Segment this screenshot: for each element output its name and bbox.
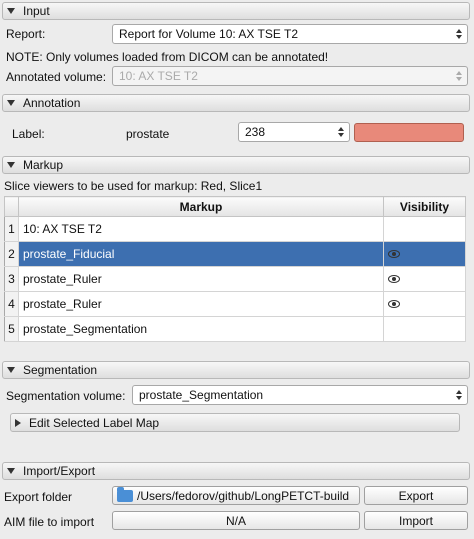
- input-section-header[interactable]: Input: [2, 2, 470, 20]
- combo-arrows-icon: [453, 27, 465, 41]
- import-button[interactable]: Import: [364, 511, 468, 530]
- segmentation-volume-value: prostate_Segmentation: [139, 388, 264, 402]
- row-index: 5: [4, 316, 19, 342]
- markup-table: Markup Visibility 1 10: AX TSE T2 2 prostat…: [4, 196, 466, 342]
- slice-viewers-text: Slice viewers to be used for markup: Red…: [4, 179, 263, 193]
- eye-icon[interactable]: [388, 250, 400, 258]
- combo-arrows-icon: [453, 388, 465, 402]
- edit-label-map-text: Edit Selected Label Map: [29, 415, 160, 430]
- annotation-section-title: Annotation: [23, 96, 81, 110]
- label-caption: Label:: [12, 127, 45, 141]
- export-folder-label: Export folder: [4, 490, 73, 504]
- markup-name-cell[interactable]: prostate_Ruler: [18, 291, 384, 317]
- row-index: 4: [4, 291, 19, 317]
- import-export-section-header[interactable]: Import/Export: [2, 462, 470, 480]
- input-section-title: Input: [23, 4, 50, 18]
- table-row[interactable]: 1 10: AX TSE T2: [4, 216, 466, 242]
- markup-section-header[interactable]: Markup: [2, 156, 470, 174]
- markup-name-cell[interactable]: prostate_Fiducial: [18, 241, 384, 267]
- dicom-note: NOTE: Only volumes loaded from DICOM can…: [6, 50, 329, 64]
- import-export-section-title: Import/Export: [23, 464, 96, 478]
- report-value: Report for Volume 10: AX TSE T2: [119, 27, 298, 41]
- report-combobox[interactable]: Report for Volume 10: AX TSE T2: [112, 24, 468, 44]
- table-row[interactable]: 2 prostate_Fiducial: [4, 241, 466, 267]
- label-value: 238: [245, 125, 266, 139]
- spin-arrows-icon: [335, 125, 347, 139]
- table-row[interactable]: 5 prostate_Segmentation: [4, 316, 466, 342]
- visibility-cell[interactable]: [383, 241, 466, 267]
- export-folder-button[interactable]: /Users/fedorov/github/LongPETCT-build: [112, 486, 360, 505]
- table-row[interactable]: 3 prostate_Ruler: [4, 266, 466, 292]
- collapse-arrow-icon: [7, 100, 15, 106]
- eye-icon[interactable]: [388, 275, 400, 283]
- segmentation-section-header[interactable]: Segmentation: [2, 361, 470, 379]
- segmentation-volume-combobox[interactable]: prostate_Segmentation: [132, 385, 468, 405]
- expand-arrow-icon: [15, 418, 21, 427]
- combo-arrows-icon: [453, 69, 465, 83]
- markup-name-cell[interactable]: 10: AX TSE T2: [18, 216, 384, 242]
- annotated-volume-combobox[interactable]: 10: AX TSE T2: [112, 66, 468, 86]
- collapse-arrow-icon: [7, 162, 15, 168]
- report-label: Report:: [6, 27, 46, 41]
- collapse-arrow-icon: [7, 8, 15, 14]
- label-value-spinbox[interactable]: 238: [238, 122, 350, 142]
- aim-file-label: AIM file to import: [4, 515, 95, 529]
- annotation-section-header[interactable]: Annotation: [2, 94, 470, 112]
- folder-icon: [117, 486, 133, 502]
- visibility-cell[interactable]: [383, 316, 466, 342]
- label-color-swatch[interactable]: [354, 123, 464, 142]
- collapse-arrow-icon: [7, 468, 15, 474]
- visibility-cell[interactable]: [383, 291, 466, 317]
- visibility-cell[interactable]: [383, 266, 466, 292]
- aim-file-button[interactable]: N/A: [112, 511, 360, 530]
- annotated-volume-value: 10: AX TSE T2: [119, 69, 198, 83]
- export-button[interactable]: Export: [364, 486, 468, 505]
- collapse-arrow-icon: [7, 367, 15, 373]
- markup-section-title: Markup: [23, 158, 64, 172]
- markup-name-cell[interactable]: prostate_Segmentation: [18, 316, 384, 342]
- eye-icon[interactable]: [388, 300, 400, 308]
- export-path: /Users/fedorov/github/LongPETCT-build: [137, 488, 350, 503]
- edit-label-map-toggle[interactable]: Edit Selected Label Map: [10, 413, 460, 432]
- label-name: prostate: [126, 127, 170, 141]
- annotated-volume-label: Annotated volume:: [6, 70, 107, 84]
- markup-name-cell[interactable]: prostate_Ruler: [18, 266, 384, 292]
- row-index: 2: [4, 241, 19, 267]
- segmentation-section-title: Segmentation: [23, 363, 98, 377]
- table-row[interactable]: 4 prostate_Ruler: [4, 291, 466, 317]
- segmentation-volume-label: Segmentation volume:: [6, 389, 126, 403]
- visibility-column-header[interactable]: Visibility: [383, 196, 466, 217]
- row-index: 1: [4, 216, 19, 242]
- visibility-cell[interactable]: [383, 216, 466, 242]
- row-index: 3: [4, 266, 19, 292]
- markup-column-header[interactable]: Markup: [18, 196, 384, 217]
